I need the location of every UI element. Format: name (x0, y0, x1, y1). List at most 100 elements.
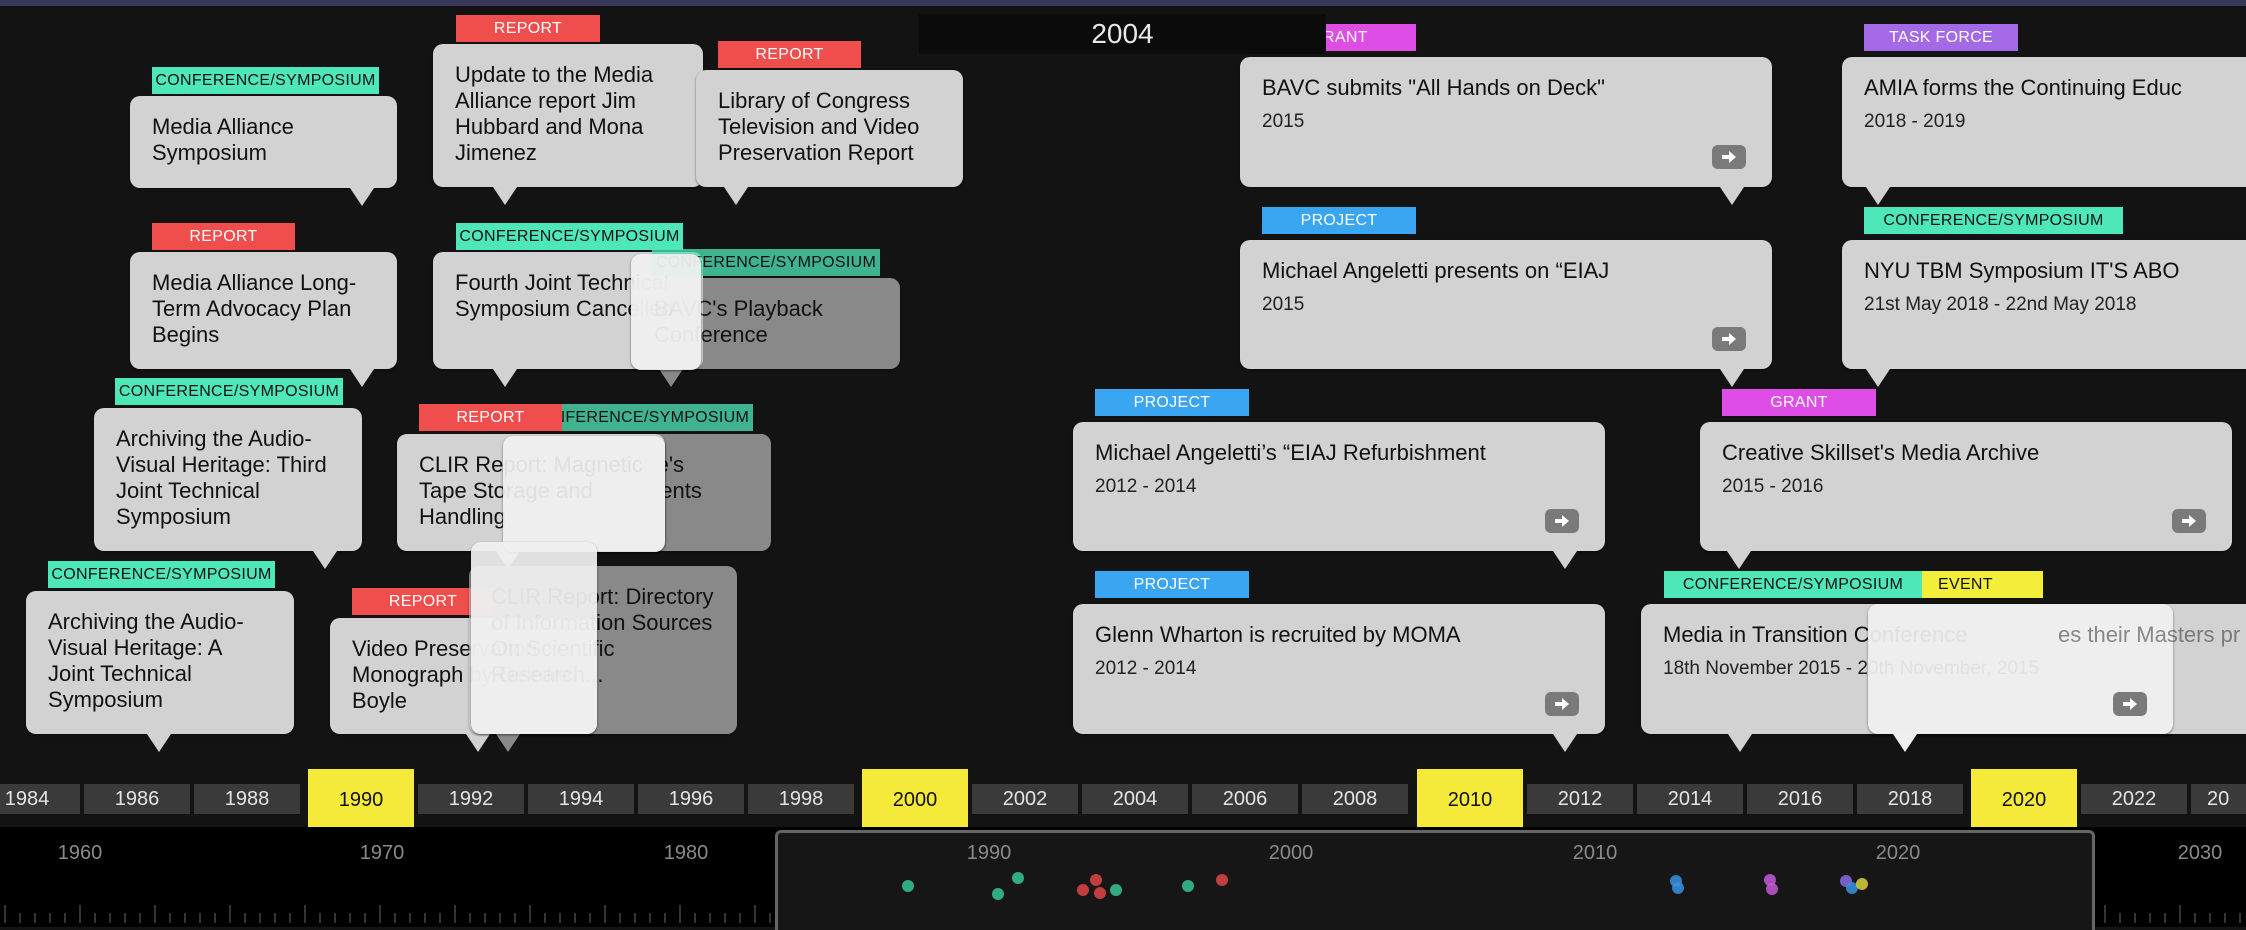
event-card[interactable]: NYU TBM Symposium IT'S ABO 21st May 2018… (1842, 240, 2246, 369)
timenav-year: 2030 (2177, 842, 2223, 864)
arrow-right-icon[interactable] (1545, 692, 1579, 716)
event-pointer (659, 369, 683, 387)
event-card[interactable]: Media Alliance Symposium (130, 96, 397, 188)
timenav-year: 1990 (966, 842, 1012, 864)
ruler-year[interactable]: 2016 (1747, 784, 1853, 814)
event-date: 21st May 2018 - 22nd May 2018 (1864, 294, 2137, 315)
event-tag: EVENT (1922, 571, 2043, 598)
ruler-year[interactable]: 2020 (1971, 769, 2077, 831)
event-title: Glenn Wharton is recruited by MOMA (1095, 622, 1461, 647)
event-pointer (350, 188, 374, 206)
event-pointer (493, 187, 517, 205)
arrow-right-icon[interactable] (1712, 327, 1746, 351)
ruler-year[interactable]: 2010 (1417, 769, 1523, 831)
event-card[interactable]: Michael Angeletti presents on “EIAJ 2015 (1240, 240, 1772, 369)
event-tag: PROJECT (1095, 571, 1249, 598)
ruler-year[interactable]: 2008 (1302, 784, 1408, 814)
event-tag: CONFERENCE/SYMPOSIUM (152, 67, 379, 94)
event-pointer (350, 369, 374, 387)
event-tag: CONFERENCE/SYMPOSIUM (1664, 571, 1922, 598)
ruler-year[interactable]: 2022 (2081, 784, 2187, 814)
event-pointer (493, 369, 517, 387)
event-pointer (313, 551, 337, 569)
event-tag: PROJECT (1262, 207, 1416, 234)
event-tag: PROJECT (1095, 389, 1249, 416)
ruler-year[interactable]: 1998 (748, 784, 854, 814)
timenav-year: 2000 (1268, 842, 1314, 864)
event-card[interactable]: Archiving the Audio-Visual Heritage: Thi… (94, 408, 362, 551)
event-card[interactable]: Media Alliance Long-Term Advocacy Plan B… (130, 252, 397, 369)
arrow-right-icon[interactable] (2113, 692, 2147, 716)
event-title: Media Alliance Symposium (152, 114, 294, 165)
hover-overlay (471, 542, 597, 734)
event-tag: CONFERENCE/SYMPOSIUM (1864, 207, 2123, 234)
ruler-year[interactable]: 2002 (972, 784, 1078, 814)
ruler-year[interactable]: 2000 (862, 769, 968, 831)
event-title: Archiving the Audio-Visual Heritage: A J… (48, 609, 244, 712)
event-tag: CONFERENCE/SYMPOSIUM (456, 223, 683, 250)
event-title: Media Alliance Long-Term Advocacy Plan B… (152, 270, 357, 347)
event-card[interactable]: Michael Angeletti’s “EIAJ Refurbishment … (1073, 422, 1605, 551)
ruler-year[interactable]: 1994 (528, 784, 634, 814)
event-tag: GRANT (1722, 389, 1876, 416)
event-pointer (1727, 551, 1751, 569)
event-card[interactable]: Glenn Wharton is recruited by MOMA 2012 … (1073, 604, 1605, 734)
event-date: 2012 - 2014 (1095, 476, 1197, 497)
current-date-label: 2004 (919, 14, 1326, 54)
event-title: Archiving the Audio-Visual Heritage: Thi… (116, 426, 327, 529)
timenav-year: 1970 (359, 842, 405, 864)
timenav-year: 1980 (663, 842, 709, 864)
arrow-right-icon[interactable] (2172, 509, 2206, 533)
event-card[interactable]: BAVC submits "All Hands on Deck" 2015 (1240, 57, 1772, 187)
arrow-right-icon[interactable] (1712, 145, 1746, 169)
event-pointer (496, 734, 520, 752)
event-tag: REPORT (152, 223, 295, 250)
event-title: Library of Congress Television and Video… (718, 88, 920, 165)
event-title: Update to the Media Alliance report Jim … (455, 62, 654, 165)
ruler-year[interactable]: 1988 (194, 784, 300, 814)
ruler-year[interactable]: 20 (2191, 784, 2246, 814)
event-tag: TASK FORCE (1864, 24, 2018, 51)
ruler-year[interactable]: 1986 (84, 784, 190, 814)
timeline-stage[interactable]: CONFERENCE/SYMPOSIUM Media Alliance Symp… (0, 0, 2246, 765)
event-date: 2012 - 2014 (1095, 658, 1197, 679)
event-pointer (724, 187, 748, 205)
event-card[interactable]: Archiving the Audio-Visual Heritage: A J… (26, 591, 294, 734)
event-title: AMIA forms the Continuing Educ (1864, 75, 2182, 100)
overlap-text: es their Masters pr (2058, 622, 2241, 647)
event-card[interactable]: Creative Skillset's Media Archive 2015 -… (1700, 422, 2232, 551)
timenav-year: 2010 (1572, 842, 1618, 864)
event-pointer (147, 734, 171, 752)
event-tag: REPORT (419, 404, 562, 431)
event-pointer (1866, 369, 1890, 387)
event-card[interactable]: AMIA forms the Continuing Educ 2018 - 20… (1842, 57, 2246, 187)
event-pointer (1720, 187, 1744, 205)
event-pointer (1728, 734, 1752, 752)
ruler-year[interactable]: 1992 (418, 784, 524, 814)
event-title: Michael Angeletti presents on “EIAJ (1262, 258, 1610, 283)
ruler-year[interactable]: 1996 (638, 784, 744, 814)
event-card[interactable]: Library of Congress Television and Video… (696, 70, 963, 187)
year-ruler[interactable]: 1984 1986 1988 1990 1992 1994 1996 1998 … (0, 769, 2246, 831)
ruler-year[interactable]: 1984 (0, 784, 80, 814)
timenav-year: 1960 (57, 842, 103, 864)
timenav-year: 2020 (1875, 842, 1921, 864)
event-tag: CONFERENCE/SYMPOSIUM (48, 561, 275, 588)
ruler-year[interactable]: 2012 (1527, 784, 1633, 814)
event-date: 2015 (1262, 111, 1305, 132)
event-card[interactable]: Update to the Media Alliance report Jim … (433, 44, 703, 187)
hover-overlay[interactable]: es their Masters pr (1868, 604, 2240, 734)
ruler-year[interactable]: 2006 (1192, 784, 1298, 814)
hover-overlay (503, 436, 665, 552)
ruler-year[interactable]: 2014 (1637, 784, 1743, 814)
event-pointer (466, 734, 490, 752)
ruler-year[interactable]: 2004 (1082, 784, 1188, 814)
event-date: 2015 (1262, 294, 1305, 315)
ruler-year[interactable]: 1990 (308, 769, 414, 831)
ruler-year[interactable]: 2018 (1857, 784, 1963, 814)
event-title: Creative Skillset's Media Archive (1722, 440, 2040, 465)
event-tag: REPORT (718, 41, 861, 68)
arrow-right-icon[interactable] (1545, 509, 1579, 533)
event-title: NYU TBM Symposium IT'S ABO (1864, 258, 2180, 283)
event-pointer (1720, 369, 1744, 387)
